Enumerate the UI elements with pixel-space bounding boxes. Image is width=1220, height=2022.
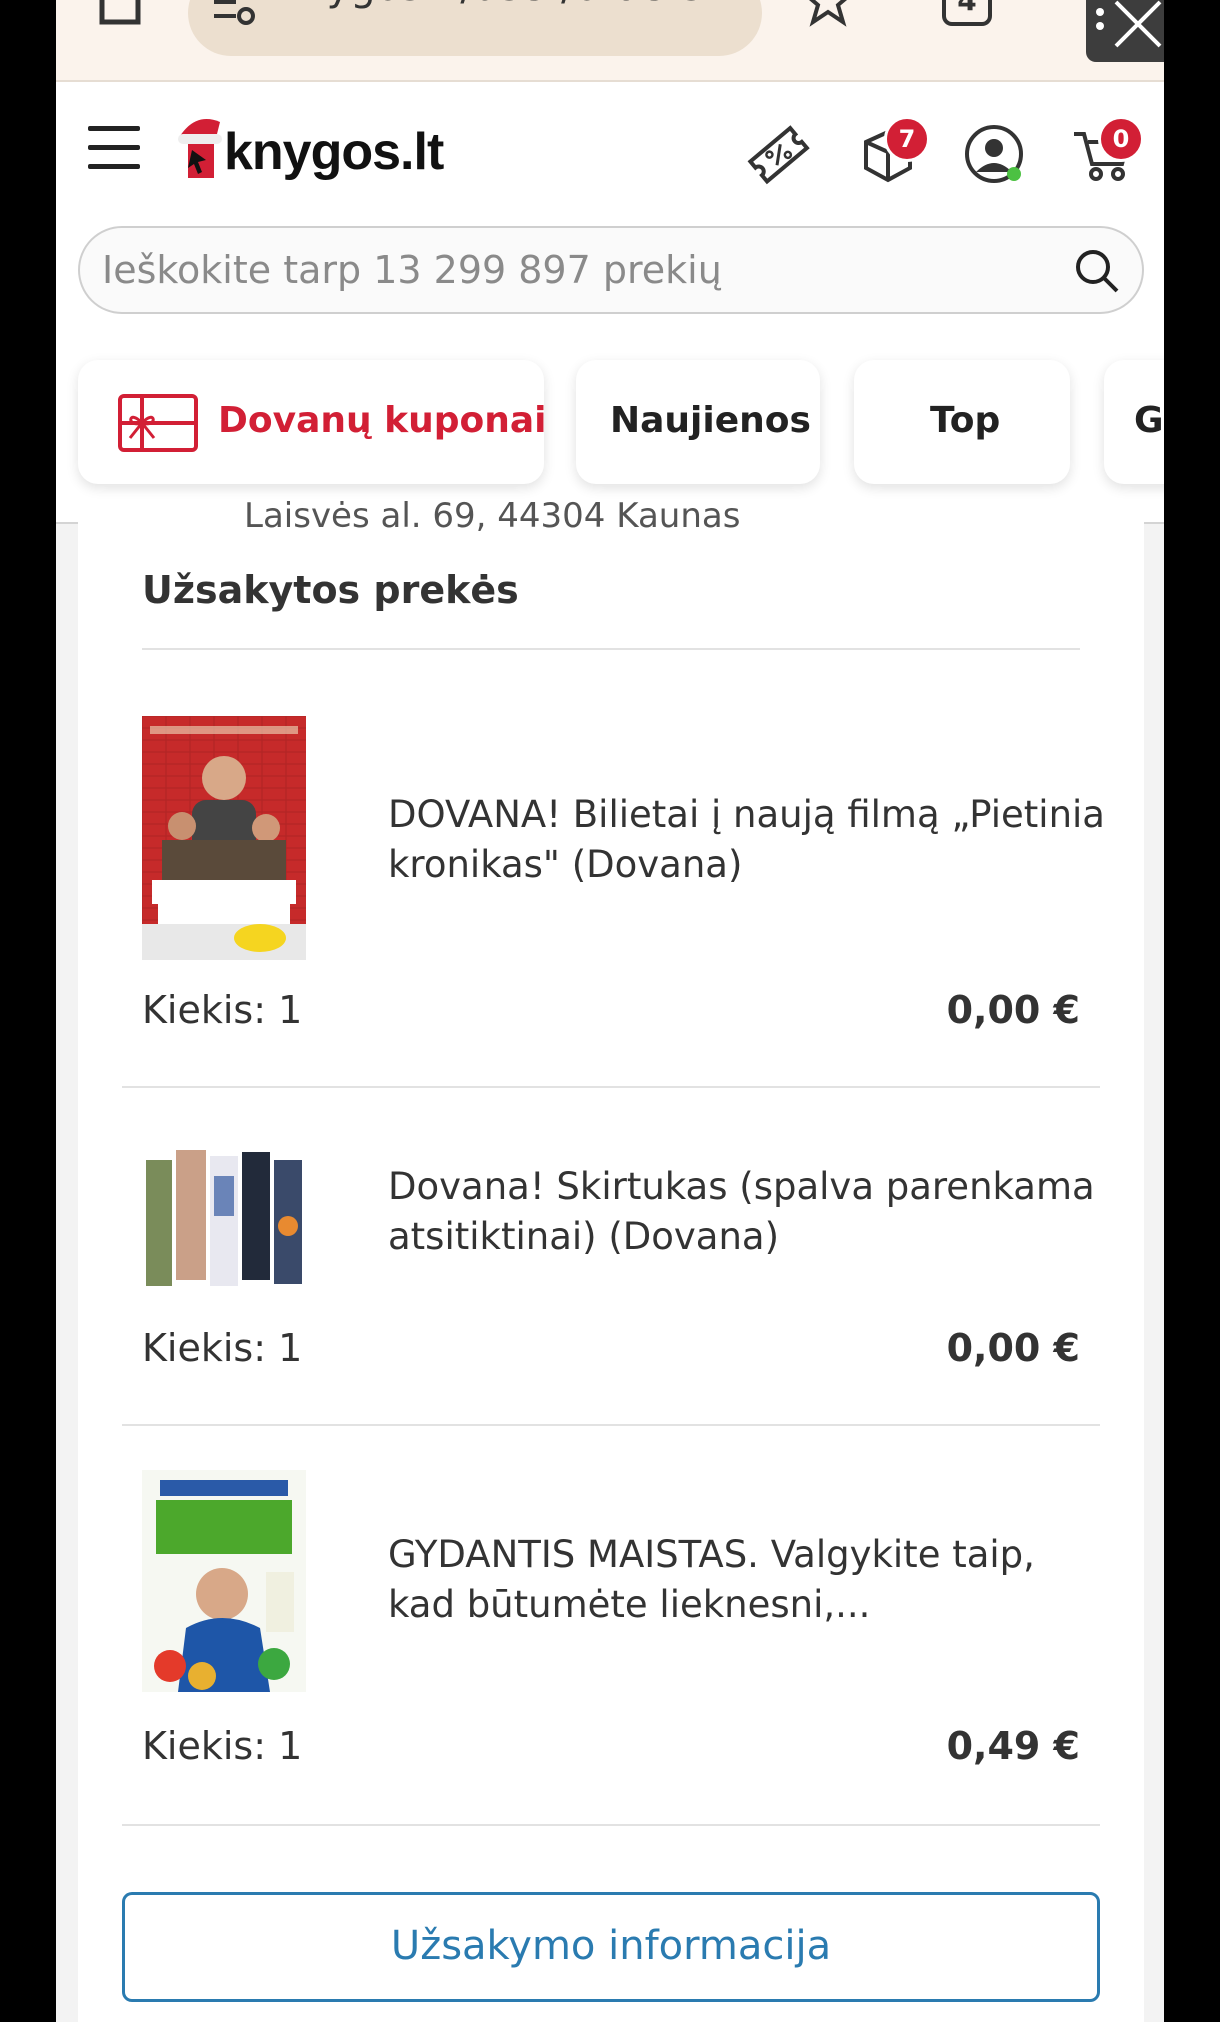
order-details-card: Laisvės al. 69, 44304 Kaunas Užsakytos p… — [78, 496, 1144, 2022]
nav-more[interactable]: G — [1104, 360, 1164, 484]
item-quantity: Kiekis: 1 — [142, 1326, 303, 1370]
address-bar[interactable]: knygos.lt/user/orders — [188, 0, 762, 56]
item-title[interactable]: DOVANA! Bilietai į naują filmą „Pietinia… — [388, 790, 1108, 890]
order-info-button-label: Užsakymo informacija — [390, 1923, 832, 1969]
nav-label: Naujienos — [610, 400, 811, 441]
tab-count: 4 — [957, 0, 977, 17]
item-cover-image[interactable] — [142, 716, 306, 960]
item-quantity: Kiekis: 1 — [142, 988, 303, 1032]
logo-text: knygos.lt — [224, 123, 444, 181]
section-title: Užsakytos prekės — [142, 568, 519, 612]
tab-switcher-button[interactable]: 4 — [942, 0, 992, 26]
site-settings-icon[interactable] — [214, 0, 258, 26]
url-text[interactable]: knygos.lt/user/orders — [278, 0, 702, 10]
logo-santa-hat-icon — [178, 119, 222, 178]
item-price: 0,00 € — [946, 1326, 1080, 1370]
gift-card-icon — [118, 394, 198, 452]
site-header: knygos.lt 7 0 Ieškokite tarp 13 299 897 … — [56, 82, 1164, 524]
hamburger-menu-icon[interactable] — [88, 126, 140, 170]
nav-gift-vouchers[interactable]: Dovanų kuponai — [78, 360, 547, 484]
home-icon[interactable] — [98, 0, 142, 28]
item-cover-image[interactable] — [142, 1470, 306, 1692]
nav-label: G — [1134, 400, 1164, 441]
close-overlay-button[interactable] — [1086, 0, 1164, 62]
search-input[interactable]: Ieškokite tarp 13 299 897 prekių — [102, 248, 722, 292]
browser-toolbar: knygos.lt/user/orders 4 — [56, 0, 1164, 82]
orders-count-badge: 7 — [884, 116, 930, 162]
item-cover-image[interactable] — [142, 1146, 306, 1290]
search-bar[interactable]: Ieškokite tarp 13 299 897 prekių — [78, 226, 1144, 314]
item-price: 0,49 € — [946, 1724, 1080, 1768]
item-title[interactable]: GYDANTIS MAISTAS. Valgykite taip, kad bū… — [388, 1530, 1108, 1630]
nav-label: Top — [930, 400, 1001, 441]
item-price: 0,00 € — [946, 988, 1080, 1032]
nav-news[interactable]: Naujienos — [576, 360, 820, 484]
nav-top[interactable]: Top — [854, 360, 1070, 484]
divider — [122, 1086, 1100, 1088]
user-avatar-icon — [965, 125, 1023, 183]
item-quantity: Kiekis: 1 — [142, 1724, 303, 1768]
close-icon — [1096, 0, 1162, 48]
nav-label: Dovanų kuponai — [218, 400, 547, 441]
divider — [122, 1424, 1100, 1426]
divider — [122, 1824, 1100, 1826]
item-title[interactable]: Dovana! Skirtukas (spalva parenkama atsi… — [388, 1162, 1108, 1262]
bookmark-star-icon[interactable] — [804, 0, 852, 28]
cart-count-badge: 0 — [1098, 116, 1144, 162]
phone-screen: knygos.lt/user/orders 4 — [56, 0, 1164, 2022]
coupon-ticket-icon[interactable] — [746, 122, 810, 186]
delivery-address: Laisvės al. 69, 44304 Kaunas — [244, 496, 741, 536]
search-icon[interactable] — [1074, 248, 1120, 294]
divider — [142, 648, 1080, 650]
order-info-button[interactable]: Užsakymo informacija — [122, 1892, 1100, 2002]
